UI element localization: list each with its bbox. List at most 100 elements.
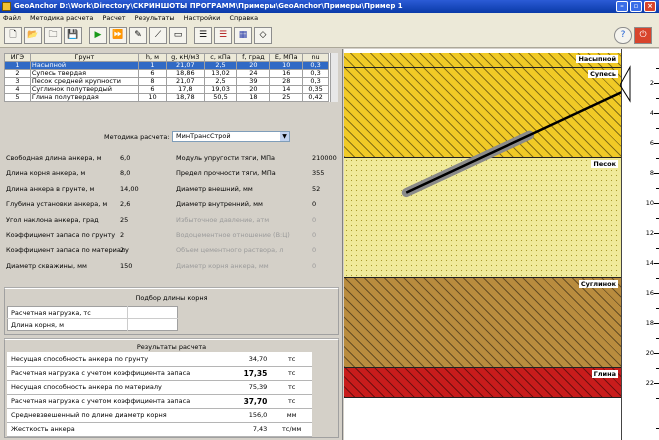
tick-label: 6: [649, 139, 654, 147]
table-cell[interactable]: 39: [236, 77, 271, 86]
power-icon[interactable]: ⏻: [634, 27, 652, 44]
table-cell[interactable]: 25: [269, 93, 304, 102]
param-input[interactable]: 2: [120, 245, 170, 256]
result-value: 37,70: [215, 394, 272, 409]
table-cell[interactable]: 50,5: [203, 93, 238, 102]
table-cell[interactable]: 0,3: [302, 61, 329, 70]
table-cell[interactable]: Насыпной: [29, 61, 139, 70]
table-cell[interactable]: 10: [137, 93, 168, 102]
col-header[interactable]: E, МПа: [269, 53, 304, 62]
table-cell[interactable]: 24: [236, 69, 271, 78]
open-folder-icon[interactable]: 🗀: [44, 27, 62, 44]
menu-calc[interactable]: Расчет: [102, 14, 125, 22]
maximize-button[interactable]: ▫: [630, 1, 642, 12]
table-cell[interactable]: Глина полутвердая: [29, 93, 139, 102]
table-cell[interactable]: 1: [4, 61, 31, 70]
table-cell[interactable]: 8: [137, 77, 168, 86]
table-cell[interactable]: 19,03: [203, 85, 238, 94]
grid-icon[interactable]: ▦: [234, 27, 252, 44]
table-cell[interactable]: Суглинок полутвердый: [29, 85, 139, 94]
col-header[interactable]: Грунт: [29, 53, 139, 62]
param-input[interactable]: 52: [312, 184, 340, 195]
param-input[interactable]: 25: [120, 215, 170, 226]
table-cell[interactable]: 0,3: [302, 69, 329, 78]
table-cell[interactable]: 2: [4, 69, 31, 78]
table-scrollbar[interactable]: [330, 53, 338, 102]
table-cell[interactable]: 16: [269, 69, 304, 78]
chevron-down-icon[interactable]: ▼: [280, 132, 289, 141]
anchor-icon[interactable]: ⟋: [149, 27, 167, 44]
window-icon[interactable]: ▭: [169, 27, 187, 44]
method-select[interactable]: МинТрансСтрой ▼: [172, 131, 290, 142]
table-cell[interactable]: 14: [269, 85, 304, 94]
param-input[interactable]: 0: [312, 199, 340, 210]
table-cell[interactable]: 5: [4, 93, 31, 102]
run-icon[interactable]: ▶: [89, 27, 107, 44]
table-cell[interactable]: 3: [4, 77, 31, 86]
new-file-icon[interactable]: 🗋: [4, 27, 22, 44]
close-button[interactable]: ×: [644, 1, 656, 12]
table-cell[interactable]: 10: [269, 61, 304, 70]
table-row[interactable]: 4 Суглинок полутвердый 6 17,8 19,03 20 14 0,35: [4, 85, 329, 94]
col-header[interactable]: g, кН/м3: [166, 53, 205, 62]
table-cell[interactable]: 1: [137, 61, 168, 70]
table-row[interactable]: 1 Насыпной 1 21,07 2,5 20 10 0,3: [4, 61, 329, 70]
table-cell[interactable]: 20: [236, 85, 271, 94]
table-cell[interactable]: 2,5: [203, 61, 238, 70]
table-row[interactable]: 3 Песок средней крупности 8 21,07 2,5 39 28 0,3: [4, 77, 329, 86]
param-input[interactable]: 355: [312, 168, 340, 179]
table-row[interactable]: 2 Супесь твердая 6 18,86 13,02 24 16 0,3: [4, 69, 329, 78]
table-cell[interactable]: 21,07: [166, 77, 205, 86]
table-cell[interactable]: 18,86: [166, 69, 205, 78]
minimize-button[interactable]: –: [616, 1, 628, 12]
run-all-icon[interactable]: ⏩: [109, 27, 127, 44]
result-row: Средневзвешенный по длине диаметр корня …: [7, 408, 312, 423]
table-cell[interactable]: 20: [236, 61, 271, 70]
table-cell[interactable]: 0,42: [302, 93, 329, 102]
col-header[interactable]: f, град: [236, 53, 271, 62]
param-input[interactable]: 2,6: [120, 199, 170, 210]
result-value: 75,39: [215, 380, 272, 395]
table-cell[interactable]: 4: [4, 85, 31, 94]
menu-help[interactable]: Справка: [229, 14, 258, 22]
help-icon[interactable]: ?: [614, 27, 632, 44]
table-cell[interactable]: Песок средней крупности: [29, 77, 139, 86]
param-input[interactable]: 150: [120, 261, 170, 272]
param-input[interactable]: 2: [120, 230, 170, 241]
table-cell[interactable]: 2,5: [203, 77, 238, 86]
table-cell[interactable]: 13,02: [203, 69, 238, 78]
report-icon[interactable]: ☰: [214, 27, 232, 44]
table-cell[interactable]: 0,3: [302, 77, 329, 86]
table-cell[interactable]: 6: [137, 69, 168, 78]
col-header[interactable]: h, м: [137, 53, 168, 62]
table-cell[interactable]: 0,35: [302, 85, 329, 94]
param-input[interactable]: 210000: [312, 153, 340, 164]
table-cell[interactable]: 18,78: [166, 93, 205, 102]
col-header[interactable]: c, кПа: [203, 53, 238, 62]
col-header[interactable]: nu: [302, 53, 329, 62]
table-cell[interactable]: 28: [269, 77, 304, 86]
table-cell[interactable]: 17,8: [166, 85, 205, 94]
eraser-icon[interactable]: ◇: [254, 27, 272, 44]
col-header[interactable]: ИГЭ: [4, 53, 31, 62]
menu-settings[interactable]: Настройки: [184, 14, 221, 22]
param-input[interactable]: 6,0: [120, 153, 170, 164]
list-icon[interactable]: ☰: [194, 27, 212, 44]
param-input[interactable]: 14,00: [120, 184, 170, 195]
save-icon[interactable]: 💾: [64, 27, 82, 44]
design-load-input[interactable]: [127, 306, 178, 319]
param-input[interactable]: 8,0: [120, 168, 170, 179]
table-cell[interactable]: 6: [137, 85, 168, 94]
table-cell[interactable]: 18: [236, 93, 271, 102]
edit-icon[interactable]: ✎: [129, 27, 147, 44]
window-title: GeoAnchor D:\Work\Directory\СКРИНШОТЫ ПР…: [14, 2, 403, 10]
menu-method[interactable]: Методика расчета: [30, 14, 93, 22]
open-file-icon[interactable]: 📂: [24, 27, 42, 44]
table-cell[interactable]: 21,07: [166, 61, 205, 70]
table-row[interactable]: 5 Глина полутвердая 10 18,78 50,5 18 25 0,42: [4, 93, 329, 102]
param-label: Водоцементное отношение (В:Ц): [176, 231, 290, 239]
table-cell[interactable]: Супесь твердая: [29, 69, 139, 78]
menu-results[interactable]: Результаты: [135, 14, 175, 22]
tick-label: 20: [645, 349, 654, 357]
menu-file[interactable]: Файл: [3, 14, 21, 22]
